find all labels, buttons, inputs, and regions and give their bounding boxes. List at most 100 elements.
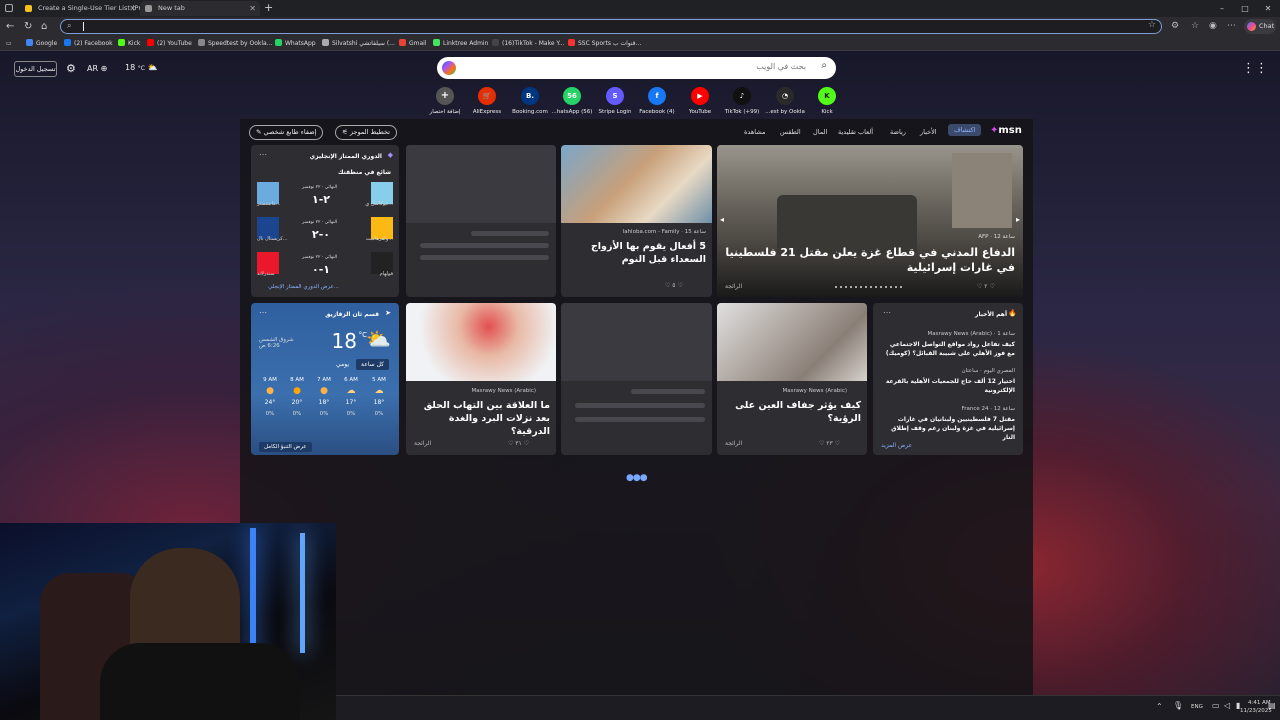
quicklink-kick[interactable]: K Kick [804,87,850,115]
clock-date[interactable]: 11/23/2025 [1240,708,1272,714]
hero-next-icon[interactable]: ▸ [1016,215,1020,224]
forecast-link[interactable]: عرض التنبؤ الكامل [259,442,312,452]
refresh-icon[interactable]: ↻ [24,21,32,33]
personalize-button[interactable]: ✎ إضفاء طابع شخصي [249,125,324,140]
msn-brand-label: msn [998,125,1022,136]
match-row[interactable]: النهائي · ٢٢ نوفمبر ٠-٢ ولفرهامبت... كري… [257,216,393,244]
nav-weather[interactable]: الطقس [780,128,801,136]
search-icon[interactable]: ⌕ [821,60,827,71]
quicklink-whatsapp[interactable]: 56 ...hatsApp (56) [549,87,595,115]
copilot-icon[interactable] [442,61,456,75]
minimize-button[interactable]: – [1210,0,1234,17]
show-more-link[interactable]: عرض المزيد [881,442,912,449]
family-reactions[interactable]: ♡ ٥ ♡ [665,282,683,289]
quicklink-aliexpress[interactable]: 🛒 AliExpress [464,87,510,115]
profile-icon[interactable]: ◉ [1209,21,1217,31]
bookmark-tiktok[interactable]: (16)TikTok - Make Y... [492,37,565,51]
quicklink-facebook[interactable]: f Facebook (4) [634,87,680,115]
tab-new-tab[interactable]: New tab ✕ [140,1,260,16]
settings-gear-icon[interactable]: ⚙ [66,62,76,75]
window-menu-icon[interactable] [5,4,13,12]
eye-news-card[interactable]: Masrawy News (Arabic) كيف يؤثر جفاف العي… [717,303,867,455]
language-button[interactable]: AR ⊕ [87,64,107,73]
nav-watch[interactable]: مشاهدة [744,128,766,136]
carousel-dots[interactable] [835,286,905,288]
sports-card[interactable]: الدوري الممتاز الإنجليزي ◆ ⋯ شائع في منط… [251,145,399,297]
bookmark-youtube[interactable]: (2) YouTube [147,37,192,51]
home-icon[interactable]: ⌂ [41,21,47,33]
input-language[interactable]: ENG [1191,704,1203,710]
bookmark-speedtest[interactable]: Speedtest by Ookla... [198,37,272,51]
top-news-card[interactable]: أهم الأخبار 🔥 ⋯ Masrawy News (Arabic) · … [873,303,1023,455]
add-shortcut[interactable]: + إضافة اختصار [422,87,468,115]
quicklink-speedtest[interactable]: ◔ ...est by Ookla [762,87,808,115]
new-tab-button[interactable]: + [264,0,273,16]
favorite-star-icon[interactable]: ☆ [1148,20,1156,30]
match-row[interactable]: النهائي · ٢٢ نوفمبر ١-٠ فولهام سندرلاند [257,251,393,279]
hero-reactions[interactable]: ♡ ٢ ♡ [977,283,995,290]
news-headline[interactable]: كيف تفاعل رواد مواقع التواصل الاجتماعي م… [881,340,1015,358]
family-title: 5 أفعال يقوم بها الأزواج السعداء قبل الن… [590,241,706,265]
eye-reactions[interactable]: ♡ ٢٣ ♡ [819,440,840,447]
maximize-button[interactable]: □ [1233,0,1257,17]
mic-icon[interactable]: 🎙 [1173,701,1183,710]
quicklink-booking[interactable]: B. Booking.com [507,87,553,115]
nav-news[interactable]: الأخبار [920,128,937,136]
throat-news-card[interactable]: Masrawy News (Arabic) ما العلاقة بين الت… [406,303,556,455]
feed-layout-button[interactable]: ⚟ تخطيط الموجز [335,125,397,140]
bookmark-gmail[interactable]: Gmail [399,37,427,51]
news-headline[interactable]: اختيار 12 ألف حاج للجمعيات الأهلية بالقر… [881,377,1015,395]
bookmark-google[interactable]: Google [26,37,57,51]
more-icon[interactable]: ⋯ [259,308,267,317]
apps-grid-icon[interactable]: ⋮⋮ [1242,61,1268,76]
address-bar[interactable]: ⌕ ☆ [60,19,1162,34]
news-headline[interactable]: مقتل 7 فلسطينيين ولبنانيان في غارات إسرا… [881,415,1015,442]
quicklink-label: YouTube [688,109,712,115]
quicklink-stripe[interactable]: S Stripe Login [592,87,638,115]
hero-prev-icon[interactable]: ◂ [720,215,724,224]
weather-location[interactable]: قسم ثان الزقازيق [325,311,379,318]
bookmark-silvatshi[interactable]: Silvatshi سيلفاتشي (... [322,37,395,51]
weather-mini[interactable]: 18 °C ⛅ [125,63,157,72]
quicklink-tiktok[interactable]: ♪ TikTok (+99) [719,87,765,115]
more-options-icon[interactable]: ⋯ [1227,21,1236,31]
tab-daily[interactable]: يومي [336,361,349,368]
tab-hourly[interactable]: كل ساعة [356,359,389,370]
web-search-box[interactable]: بحث في الويب ⌕ [437,57,836,79]
nav-games[interactable]: ألعاب تقليدية [838,128,873,136]
back-icon[interactable]: ← [6,21,14,33]
tray-chevron-icon[interactable]: ⌃ [1156,702,1163,711]
extensions-icon[interactable]: ⚙ [1171,21,1179,31]
match-row[interactable]: النهائي · ٢٢ نوفمبر ٢-١ نيوكاسل ي... مان… [257,181,393,209]
notification-icon[interactable]: ▤ [1268,701,1276,710]
bookmark-kick[interactable]: Kick [118,37,140,51]
volume-icon[interactable]: ◁ [1224,701,1230,710]
away-team: كريستال بال... [257,236,288,242]
network-icon[interactable]: ▭ [1212,701,1220,710]
signin-button[interactable]: تسجيل الدخول [14,61,57,77]
close-icon[interactable]: ✕ [129,1,136,16]
nav-discover[interactable]: اكتشاف [948,124,982,136]
copilot-chat-button[interactable]: Chat [1244,19,1276,34]
sports-footer-link[interactable]: عرض الدوري الممتاز الإنجلي... [268,284,339,290]
tab-tier-list[interactable]: Create a Single-Use Tier List (Priv... ✕ [20,1,140,16]
throat-reactions[interactable]: ♡ ٣١ ♡ [508,440,529,447]
weather-card[interactable]: قسم ثان الزقازيق ➤ ⋯ ⛅ 18 °C شروق الشمس … [251,303,399,455]
hero-news-card[interactable]: AFP · 12 ساعة الدفاع المدني في قطاع غزة … [717,145,1023,297]
bookmark-facebook[interactable]: (2) Facebook [64,37,113,51]
bookmark-linktree[interactable]: Linktree Admin [433,37,488,51]
more-icon[interactable]: ⋯ [259,150,267,159]
bookmark-whatsapp[interactable]: WhatsApp [275,37,316,51]
msn-brand[interactable]: ✦msn [990,125,1022,136]
quicklink-youtube[interactable]: ▶ YouTube [677,87,723,115]
youtube-icon: ▶ [691,87,709,105]
bookmark-ssc[interactable]: SSC Sports قنوات ب... [568,37,641,51]
close-window-button[interactable]: ✕ [1256,0,1280,17]
nav-sports[interactable]: رياضة [890,128,906,136]
bookmarks-folder-icon[interactable]: ▭ [6,37,12,51]
more-icon[interactable]: ⋯ [883,308,891,317]
close-icon[interactable]: ✕ [249,1,256,16]
favorites-icon[interactable]: ☆ [1191,21,1199,31]
family-news-card[interactable]: lahloba.com - Family · 15 ساعة 5 أفعال ي… [561,145,712,297]
nav-money[interactable]: المال [813,128,827,136]
